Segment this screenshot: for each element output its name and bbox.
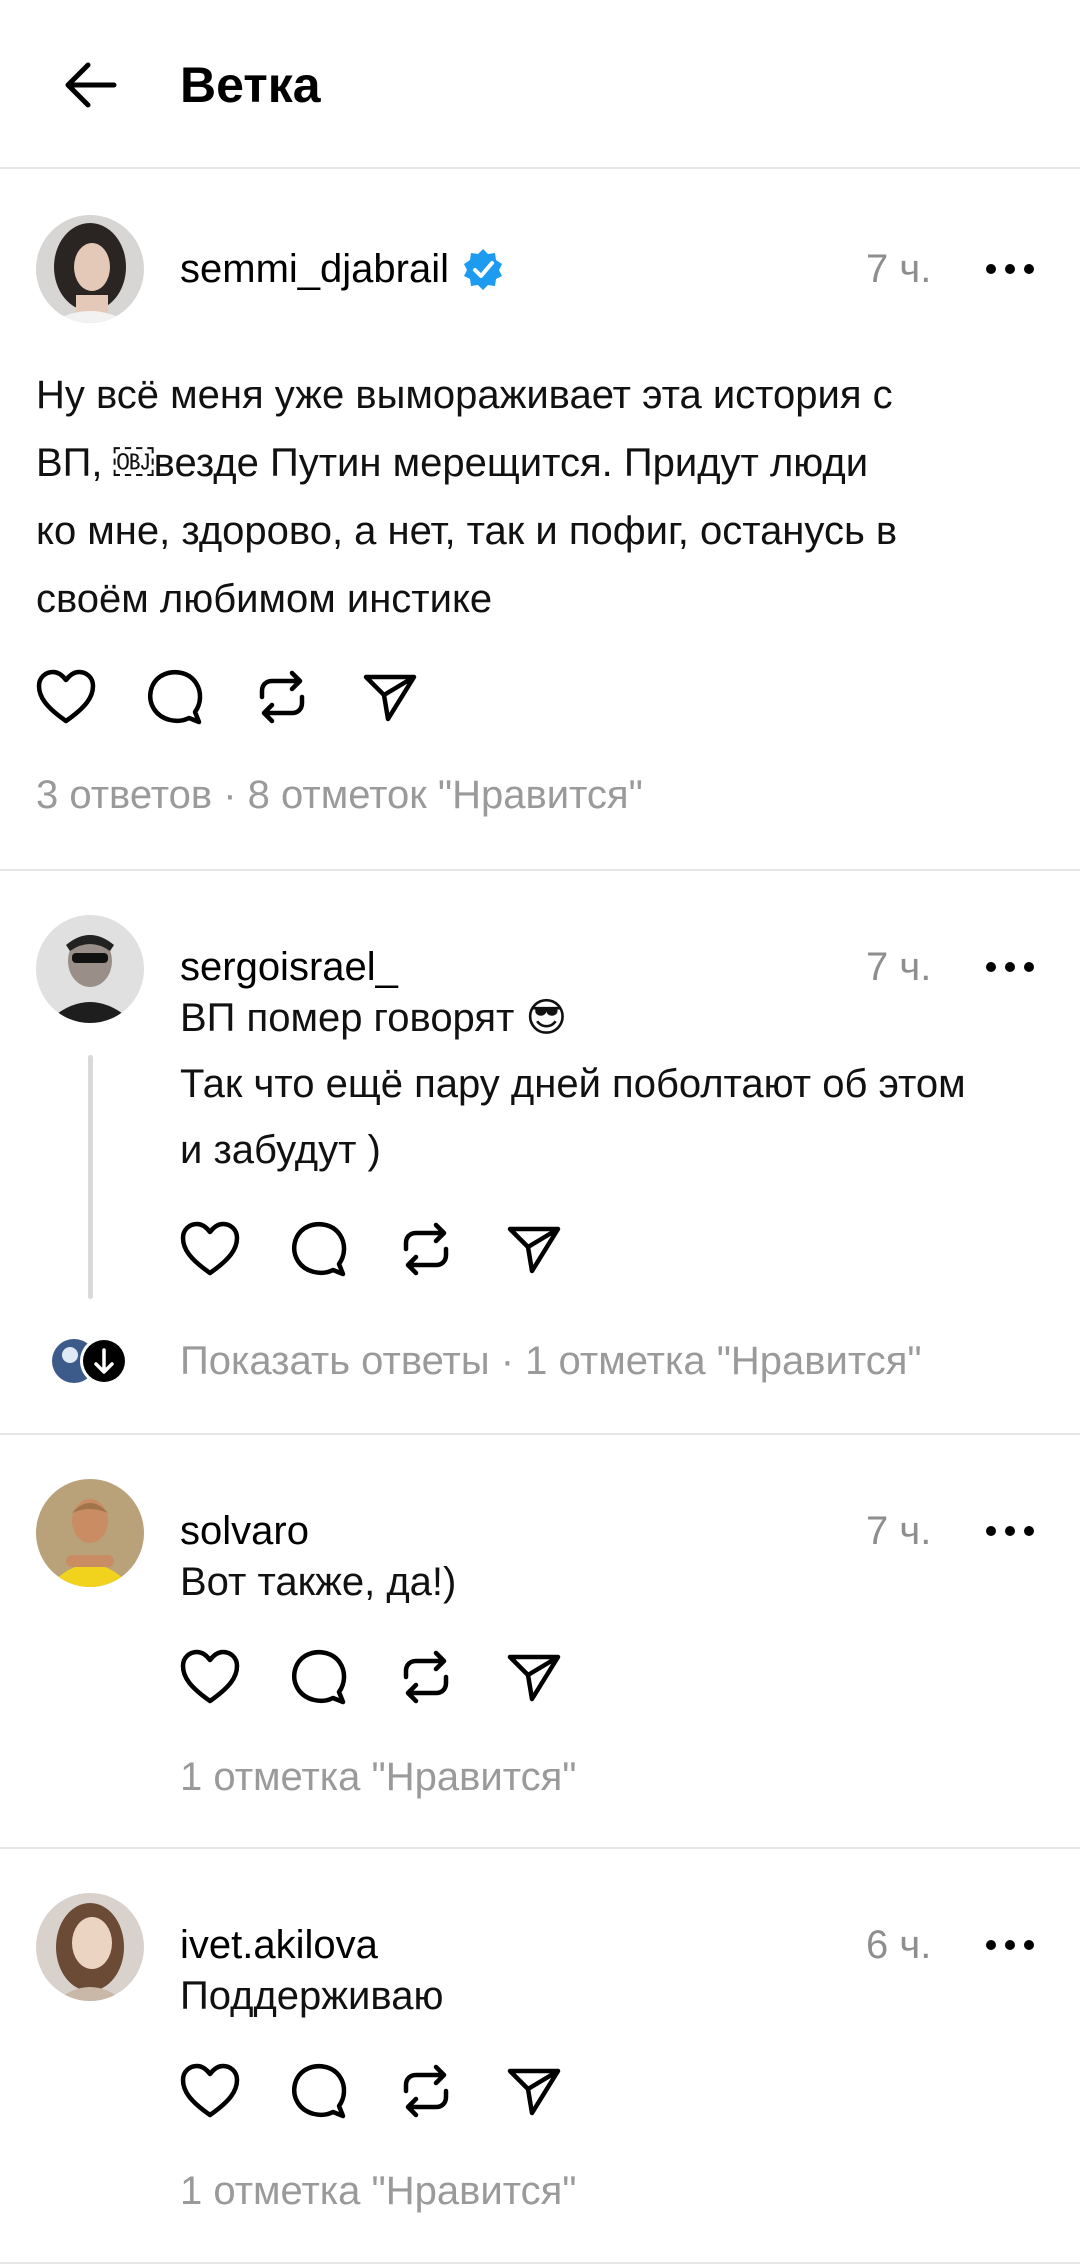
share-button[interactable] bbox=[504, 1219, 564, 1279]
username[interactable]: sergoisrael_ bbox=[180, 943, 398, 991]
text-line: и забудут ) bbox=[180, 1128, 381, 1172]
repost-icon bbox=[403, 1650, 449, 1704]
send-icon bbox=[507, 1226, 561, 1274]
more-options-button[interactable] bbox=[978, 245, 1042, 293]
reply-author[interactable]: ivet.akilova bbox=[180, 1921, 378, 1969]
reply-post: sergoisrael_ 7 ч. ВП помер говорят 😎 Так… bbox=[0, 871, 1080, 1435]
like-button[interactable] bbox=[180, 2061, 240, 2121]
reply-stats[interactable]: 1 отметка "Нравится" bbox=[180, 2167, 576, 2215]
reply-author[interactable]: solvaro bbox=[180, 1507, 309, 1555]
username[interactable]: ivet.akilova bbox=[180, 1921, 378, 1969]
repost-icon bbox=[403, 1222, 449, 1276]
reply-time: 7 ч. bbox=[866, 945, 932, 989]
post-actions bbox=[36, 667, 468, 727]
repost-button[interactable] bbox=[252, 667, 312, 727]
reply-author[interactable]: sergoisrael_ bbox=[180, 943, 398, 991]
reply-text: Поддерживаю bbox=[180, 1963, 1050, 2029]
heart-icon bbox=[180, 2063, 240, 2118]
share-button[interactable] bbox=[504, 2061, 564, 2121]
comment-icon bbox=[291, 1649, 347, 1705]
text-line: ВП помер говорят 😎 bbox=[180, 996, 568, 1040]
heart-icon bbox=[180, 1221, 240, 1276]
share-button[interactable] bbox=[360, 667, 420, 727]
repost-icon bbox=[259, 670, 305, 724]
page-title: Ветка bbox=[180, 57, 321, 113]
post-text: Ну всё меня уже вымораживает эта история… bbox=[36, 361, 1046, 633]
more-options-button[interactable] bbox=[978, 943, 1042, 991]
comment-button[interactable] bbox=[288, 2061, 348, 2121]
more-dots-icon bbox=[986, 264, 1034, 274]
text-line: Так что ещё пару дней поболтают об этом bbox=[180, 1062, 966, 1106]
comment-button[interactable] bbox=[288, 1219, 348, 1279]
text-line: Вот также, да!) bbox=[180, 1560, 457, 1604]
share-button[interactable] bbox=[504, 1647, 564, 1707]
repost-button[interactable] bbox=[396, 1647, 456, 1707]
avatar[interactable] bbox=[36, 915, 144, 1023]
repost-button[interactable] bbox=[396, 2061, 456, 2121]
send-icon bbox=[507, 1654, 561, 1702]
reply-time: 7 ч. bbox=[866, 1509, 932, 1553]
post-author[interactable]: semmi_djabrail bbox=[180, 245, 505, 293]
heart-icon bbox=[36, 669, 96, 724]
reply-actions bbox=[180, 1219, 612, 1279]
reply-text: Вот также, да!) bbox=[180, 1549, 1050, 1615]
username[interactable]: semmi_djabrail bbox=[180, 245, 449, 293]
comment-button[interactable] bbox=[288, 1647, 348, 1707]
more-dots-icon bbox=[986, 1940, 1034, 1950]
like-button[interactable] bbox=[180, 1219, 240, 1279]
more-dots-icon bbox=[986, 962, 1034, 972]
avatar[interactable] bbox=[36, 1479, 144, 1587]
avatar[interactable] bbox=[36, 215, 144, 323]
reply-actions bbox=[180, 2061, 612, 2121]
comment-icon bbox=[291, 2063, 347, 2119]
username[interactable]: solvaro bbox=[180, 1507, 309, 1555]
send-icon bbox=[507, 2068, 561, 2116]
thread-line bbox=[88, 1055, 93, 1299]
like-button[interactable] bbox=[36, 667, 96, 727]
reply-stats[interactable]: 1 отметка "Нравится" bbox=[180, 1753, 576, 1801]
top-bar: Ветка bbox=[0, 0, 1080, 169]
comment-icon bbox=[291, 1221, 347, 1277]
text-line: Ну всё меня уже вымораживает эта история… bbox=[36, 373, 893, 417]
verified-badge-icon bbox=[463, 249, 502, 290]
more-options-button[interactable] bbox=[978, 1921, 1042, 1969]
avatar[interactable] bbox=[36, 1893, 144, 2001]
comment-button[interactable] bbox=[144, 667, 204, 727]
arrow-left-icon bbox=[65, 62, 117, 108]
send-icon bbox=[363, 674, 417, 722]
reply-actions bbox=[180, 1647, 612, 1707]
main-post: semmi_djabrail 7 ч. Ну всё меня уже вымо… bbox=[0, 169, 1080, 871]
post-time: 7 ч. bbox=[866, 247, 932, 291]
repost-button[interactable] bbox=[396, 1219, 456, 1279]
more-dots-icon bbox=[986, 1526, 1034, 1536]
repost-icon bbox=[403, 2064, 449, 2118]
comment-icon bbox=[147, 669, 203, 725]
back-button[interactable] bbox=[50, 52, 130, 118]
reply-post: solvaro 7 ч. Вот также, да!) 1 отметка "… bbox=[0, 1435, 1080, 1849]
text-line: Поддерживаю bbox=[180, 1974, 444, 2018]
replier-avatars[interactable] bbox=[50, 1333, 130, 1389]
post-stats[interactable]: 3 ответов · 8 отметок "Нравится" bbox=[36, 771, 643, 819]
text-line: ВП, ￼везде Путин мерещится. Придут люди bbox=[36, 441, 869, 485]
reply-post: ivet.akilova 6 ч. Поддерживаю 1 отметка … bbox=[0, 1849, 1080, 2264]
reply-text: ВП помер говорят 😎 Так что ещё пару дней… bbox=[180, 985, 1050, 1183]
text-line: ко мне, здорово, а нет, так и пофиг, ост… bbox=[36, 509, 898, 553]
reply-time: 6 ч. bbox=[866, 1923, 932, 1967]
text-line: своём любимом инстике bbox=[36, 577, 493, 621]
more-options-button[interactable] bbox=[978, 1507, 1042, 1555]
show-replies-link[interactable]: Показать ответы · 1 отметка "Нравится" bbox=[180, 1337, 922, 1385]
like-button[interactable] bbox=[180, 1647, 240, 1707]
heart-icon bbox=[180, 1649, 240, 1704]
